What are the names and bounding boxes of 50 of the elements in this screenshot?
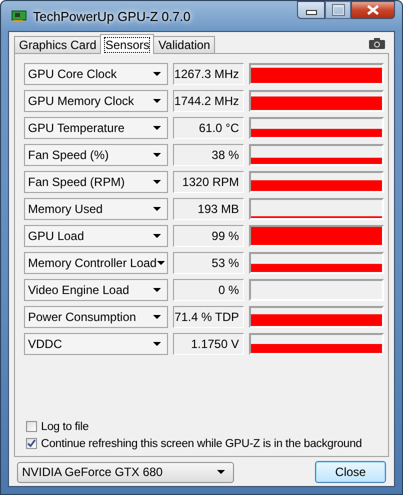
sensor-reading: 71.4 % TDP [173, 306, 244, 328]
graphics-card-icon [11, 10, 27, 22]
sensor-dropdown[interactable]: Power Consumption [24, 306, 168, 328]
sensor-dropdown[interactable]: GPU Core Clock [24, 63, 168, 85]
checkbox[interactable] [26, 421, 37, 432]
checkbox-label: Log to file [41, 420, 89, 432]
close-dialog-button[interactable]: Close [315, 461, 386, 483]
sensor-reading: 1.1750 V [173, 333, 244, 355]
sensor-reading: 38 % [173, 144, 244, 166]
sensor-dropdown[interactable]: VDDC [24, 333, 168, 355]
sensor-reading: 1320 RPM [173, 171, 244, 193]
caret-icon [153, 234, 161, 238]
tab[interactable]: Graphics Card [14, 36, 102, 53]
gpu-dropdown[interactable]: NVIDIA GeForce GTX 680 [17, 462, 234, 482]
caret-icon [156, 261, 165, 265]
sensor-reading: 1267.3 MHz [173, 63, 244, 85]
camera-icon[interactable] [369, 38, 385, 49]
caret-icon [153, 126, 161, 130]
maximize-button[interactable] [325, 1, 351, 19]
caret-icon [153, 180, 161, 184]
sensor-dropdown[interactable]: Memory Controller Load [24, 252, 168, 274]
caret-icon [153, 99, 161, 103]
sensor-reading: 1744.2 MHz [173, 90, 244, 112]
sensor-reading: 61.0 °C [173, 117, 244, 139]
close-button[interactable] [351, 1, 395, 19]
checkbox-label: Continue refreshing this screen while GPU-Z is in the background [41, 438, 362, 450]
caret-icon [153, 288, 161, 292]
close-icon [367, 5, 379, 15]
sensor-dropdown[interactable]: GPU Load [24, 225, 168, 247]
sensor-dropdown[interactable]: Memory Used [24, 198, 168, 220]
sensor-dropdown[interactable]: Video Engine Load [24, 279, 168, 301]
sensor-reading: 53 % [173, 252, 244, 274]
caret-icon [153, 72, 161, 76]
caret-icon [153, 207, 161, 211]
sensor-dropdown[interactable]: GPU Temperature [24, 117, 168, 139]
sensor-dropdown[interactable]: Fan Speed (RPM) [24, 171, 168, 193]
sensor-reading: 193 MB [173, 198, 244, 220]
minimize-button[interactable] [297, 1, 325, 19]
caret-icon [153, 342, 161, 346]
window-title: TechPowerUp GPU-Z 0.7.0 [33, 8, 191, 24]
checkbox[interactable] [26, 438, 37, 449]
caret-icon [153, 315, 161, 319]
sensor-dropdown[interactable]: GPU Memory Clock [24, 90, 168, 112]
caret-icon [153, 153, 161, 157]
sensor-reading: 99 % [173, 225, 244, 247]
sensor-dropdown[interactable]: Fan Speed (%) [24, 144, 168, 166]
sensor-reading: 0 % [173, 279, 244, 301]
tab[interactable]: Sensors [100, 34, 154, 54]
caret-icon [217, 470, 225, 474]
tab[interactable]: Validation [153, 36, 216, 53]
